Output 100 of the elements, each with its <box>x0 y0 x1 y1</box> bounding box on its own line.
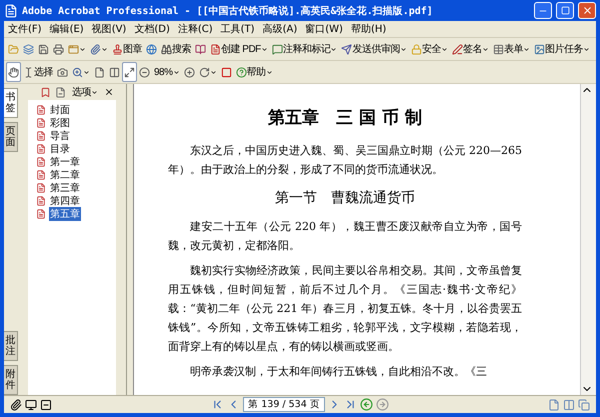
side-tab[interactable]: 附件 <box>4 365 18 395</box>
menu-item[interactable]: 高级(A) <box>262 22 298 36</box>
maximize-button[interactable] <box>556 2 574 19</box>
side-tab[interactable]: 批注 <box>4 331 18 361</box>
toolbar-icon-button[interactable] <box>122 62 137 82</box>
menu-item[interactable]: 文件(F) <box>8 22 42 36</box>
page-icon <box>94 66 105 78</box>
zoom-out-icon <box>139 66 150 78</box>
continuous-icon[interactable] <box>563 398 576 410</box>
book-icon <box>195 44 206 54</box>
help-icon <box>236 66 247 78</box>
section-title: 第一节 曹魏流通货币 <box>274 189 416 207</box>
toolbar-button[interactable]: 发送供审阅 <box>339 39 409 59</box>
close-icon[interactable] <box>104 87 114 97</box>
caret-icon <box>91 88 98 96</box>
panel-icon[interactable] <box>40 398 52 410</box>
fit-page-icon <box>109 66 120 78</box>
close-button[interactable] <box>578 2 596 19</box>
stamp-icon <box>112 44 123 54</box>
toolbar-button[interactable]: 创建 PDF <box>208 39 270 59</box>
page-number-field[interactable]: 第 139 / 534 页 <box>243 397 325 412</box>
text-cursor-icon <box>23 66 34 78</box>
paperclip-icon <box>90 44 101 54</box>
caret-icon <box>440 46 448 52</box>
bookmark-page-icon <box>36 105 46 115</box>
caret-icon <box>482 46 489 52</box>
page-icon[interactable] <box>55 86 66 98</box>
caret-icon <box>101 46 108 52</box>
chapter-title: 第五章 三 国 币 制 <box>267 107 423 129</box>
bookmark-item[interactable]: 彩图 <box>49 116 71 130</box>
app-icon <box>4 4 18 18</box>
send-icon <box>341 44 352 54</box>
bookmark-item[interactable]: 第五章 <box>49 207 81 221</box>
menu-item[interactable]: 工具(T) <box>220 22 255 36</box>
caret-icon <box>266 68 273 76</box>
options-button[interactable]: 选项 <box>70 82 100 102</box>
monitor-icon[interactable] <box>25 398 37 410</box>
bookmark-page-icon <box>36 118 46 128</box>
paragraph: 东汉之后，中国历史进入魏、蜀、吴三国鼎立时期（公元 220—265 年）。由于政治上的分裂，形成了不同的货币流通状况。 <box>168 143 522 178</box>
bookmark-item[interactable]: 第一章 <box>49 155 81 169</box>
menu-item[interactable]: 编辑(E) <box>50 22 84 36</box>
bookmark-item[interactable]: 第四章 <box>49 194 81 208</box>
table-icon <box>492 44 504 54</box>
bookmark-icon[interactable] <box>40 86 51 98</box>
bookmark-item[interactable]: 目录 <box>49 142 71 156</box>
zoom-icon <box>72 66 83 78</box>
caret-icon <box>260 46 268 52</box>
zoom-in-icon <box>184 66 195 78</box>
image-icon <box>534 44 545 54</box>
globe-icon <box>146 44 157 54</box>
stack-icon <box>23 44 34 54</box>
back-icon[interactable] <box>360 398 373 411</box>
menu-item[interactable]: 窗口(W) <box>305 22 343 36</box>
caret-icon <box>582 46 590 52</box>
toolbar-button[interactable]: 搜索 <box>159 39 193 59</box>
hand-icon <box>8 66 19 78</box>
paragraph: 明帝承袭汉制，于太和年间铸行五铢钱，自此相沿不改。《三 <box>189 364 488 380</box>
save-icon <box>38 44 49 54</box>
toolbar-button[interactable]: 表单 <box>490 39 532 59</box>
bookmark-item[interactable]: 封面 <box>49 103 71 117</box>
minimize-button[interactable] <box>534 2 552 19</box>
toolbar-button[interactable]: 图章 <box>110 39 144 59</box>
bookmark-page-icon <box>36 131 46 141</box>
caret-icon <box>79 46 86 52</box>
close-icon <box>582 5 592 16</box>
side-tab[interactable]: 页面 <box>4 122 18 152</box>
caret-icon <box>522 46 530 52</box>
scrollbar[interactable] <box>580 84 596 395</box>
bookmark-item[interactable]: 导言 <box>49 129 71 143</box>
toolbar-button[interactable]: 签名 <box>450 39 491 59</box>
toolbar-icon-button[interactable] <box>6 62 21 82</box>
menu-item[interactable]: 视图(V) <box>92 22 126 36</box>
bookmark-page-icon <box>36 144 46 154</box>
single-page-icon[interactable] <box>548 398 560 410</box>
side-tab[interactable]: 书签 <box>4 88 18 118</box>
bookmark-page-icon <box>36 170 46 180</box>
bookmark-item[interactable]: 第三章 <box>49 181 81 195</box>
toolbar-button[interactable]: 选择 <box>21 62 55 82</box>
comment-icon <box>272 44 283 54</box>
toolbar-button[interactable]: 安全 <box>408 39 450 59</box>
toolbar-button[interactable]: 帮助 <box>234 62 275 82</box>
bookmark-item[interactable]: 第二章 <box>49 168 81 182</box>
menu-item[interactable]: 注释(C) <box>178 22 213 36</box>
toolbar-button[interactable]: 注释和标记 <box>270 39 340 59</box>
camera-icon <box>57 66 68 78</box>
menu-item[interactable]: 文档(D) <box>134 22 170 36</box>
zoom-control[interactable]: 98% <box>152 62 182 82</box>
menu-item[interactable]: 帮助(H) <box>350 22 386 36</box>
paragraph: 魏初实行实物经济政策，民间主要以谷帛相交易。其间，文帝虽曾复用五铢钱，但时间短暂，前后不过几个月。《三国志·魏书·文帝纪》载：“黄初二年（公元 221 年）春三月，初复五铢。冬十月，以谷贵罢五铢钱”。今所知，文帝五铢铸工粗劣，轮郭平浅，文字模糊，若隐若现，面背穿上有的铸以星点，有的铸以横画或竖画。 <box>168 263 522 355</box>
paperclip-icon[interactable] <box>10 398 22 410</box>
window-icon <box>68 44 79 54</box>
window-title: Adobe Acrobat Professional - [[中国古代铁币略说].高英民&张全花.扫描版.pdf] <box>22 4 434 18</box>
maximize-icon <box>560 6 570 15</box>
bookmark-page-icon <box>36 157 46 167</box>
search-icon <box>161 44 172 54</box>
lock-icon <box>410 44 422 54</box>
rotate-icon <box>198 66 210 78</box>
toolbar-button[interactable]: 图片任务 <box>532 39 592 59</box>
fit-width-icon <box>124 66 135 78</box>
paragraph: 建安二十五年（公元 220 年），魏王曹丕废汉献帝自立为帝，国号魏，改元黄初，定都洛阳。 <box>168 219 522 254</box>
